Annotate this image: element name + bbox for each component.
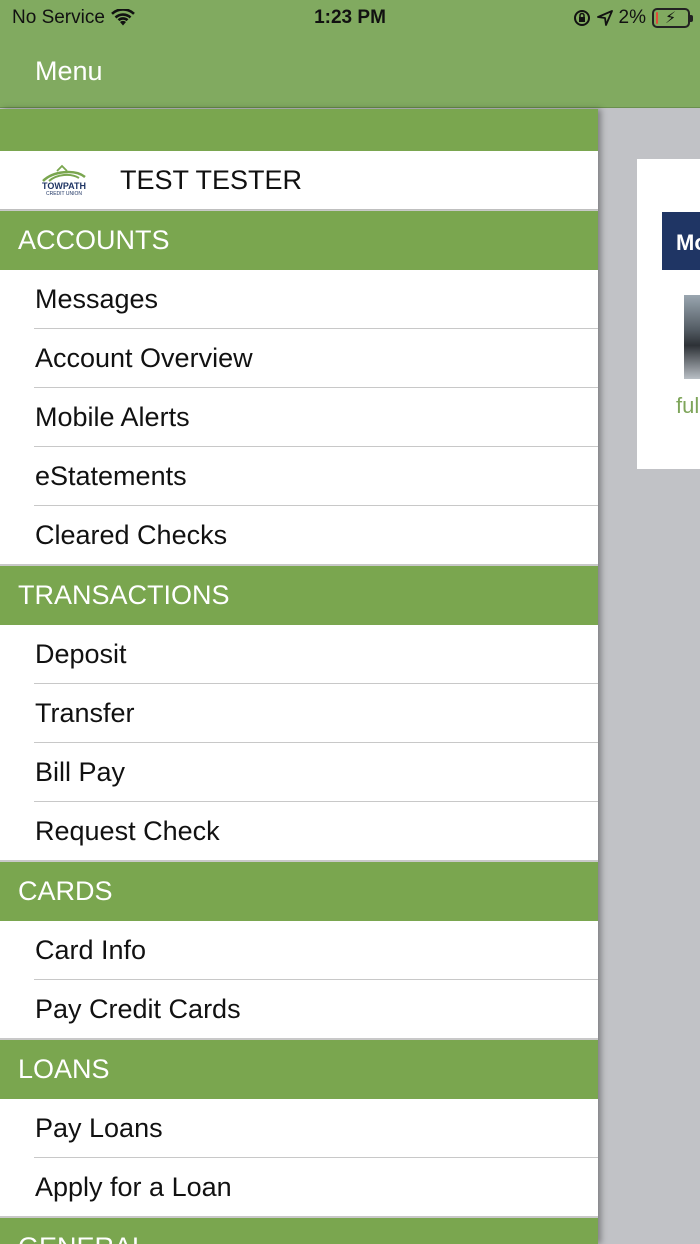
section-header: TRANSACTIONS xyxy=(0,565,598,625)
profile-row[interactable]: TOWPATH CREDIT UNION TEST TESTER xyxy=(0,151,598,210)
drawer-header-band xyxy=(0,109,598,151)
menu-item-deposit[interactable]: Deposit xyxy=(0,625,598,684)
section-header: ACCOUNTS xyxy=(0,210,598,270)
card-link[interactable]: ful xyxy=(676,393,700,419)
towpath-logo: TOWPATH CREDIT UNION xyxy=(42,164,86,197)
menu-item-messages[interactable]: Messages xyxy=(0,270,598,329)
menu-item-apply-for-loan[interactable]: Apply for a Loan xyxy=(0,1158,598,1217)
section-cards: CARDS Card Info Pay Credit Cards xyxy=(0,861,598,1039)
section-general: GENERAL xyxy=(0,1217,598,1244)
status-bar: No Service 1:23 PM 2% ⚡ xyxy=(0,0,700,36)
menu-item-mobile-alerts[interactable]: Mobile Alerts xyxy=(0,388,598,447)
menu-item-account-overview[interactable]: Account Overview xyxy=(0,329,598,388)
menu-item-pay-credit-cards[interactable]: Pay Credit Cards xyxy=(0,980,598,1039)
side-menu-drawer: TOWPATH CREDIT UNION TEST TESTER ACCOUNT… xyxy=(0,109,598,1244)
status-right: 2% ⚡ xyxy=(573,7,693,29)
menu-item-pay-loans[interactable]: Pay Loans xyxy=(0,1099,598,1158)
section-header: CARDS xyxy=(0,861,598,921)
menu-item-cleared-checks[interactable]: Cleared Checks xyxy=(0,506,598,565)
menu-item-request-check[interactable]: Request Check xyxy=(0,802,598,861)
nav-bar: Menu xyxy=(0,36,700,108)
logo-subtext: CREDIT UNION xyxy=(46,191,82,197)
main-content-peek[interactable]: Mo ful xyxy=(598,109,700,1244)
card-header: Mo xyxy=(662,212,700,270)
nav-title: Menu xyxy=(35,56,103,86)
section-header: LOANS xyxy=(0,1039,598,1099)
section-transactions: TRANSACTIONS Deposit Transfer Bill Pay R… xyxy=(0,565,598,861)
section-loans: LOANS Pay Loans Apply for a Loan xyxy=(0,1039,598,1217)
battery-level xyxy=(656,12,658,24)
profile-name: TEST TESTER xyxy=(120,164,303,195)
menu-item-estatements[interactable]: eStatements xyxy=(0,447,598,506)
menu-item-card-info[interactable]: Card Info xyxy=(0,921,598,980)
section-header: GENERAL xyxy=(0,1217,598,1244)
battery-icon: ⚡ xyxy=(652,8,693,28)
logo-text: TOWPATH xyxy=(42,181,86,191)
charging-bolt-icon: ⚡ xyxy=(665,10,677,27)
section-accounts: ACCOUNTS Messages Account Overview Mobil… xyxy=(0,210,598,565)
location-icon xyxy=(596,10,613,26)
card-image xyxy=(684,295,700,379)
battery-percent: 2% xyxy=(618,7,646,28)
menu-item-transfer[interactable]: Transfer xyxy=(0,684,598,743)
content-card: Mo ful xyxy=(637,159,700,469)
rotation-lock-icon xyxy=(573,10,590,26)
menu-item-bill-pay[interactable]: Bill Pay xyxy=(0,743,598,802)
